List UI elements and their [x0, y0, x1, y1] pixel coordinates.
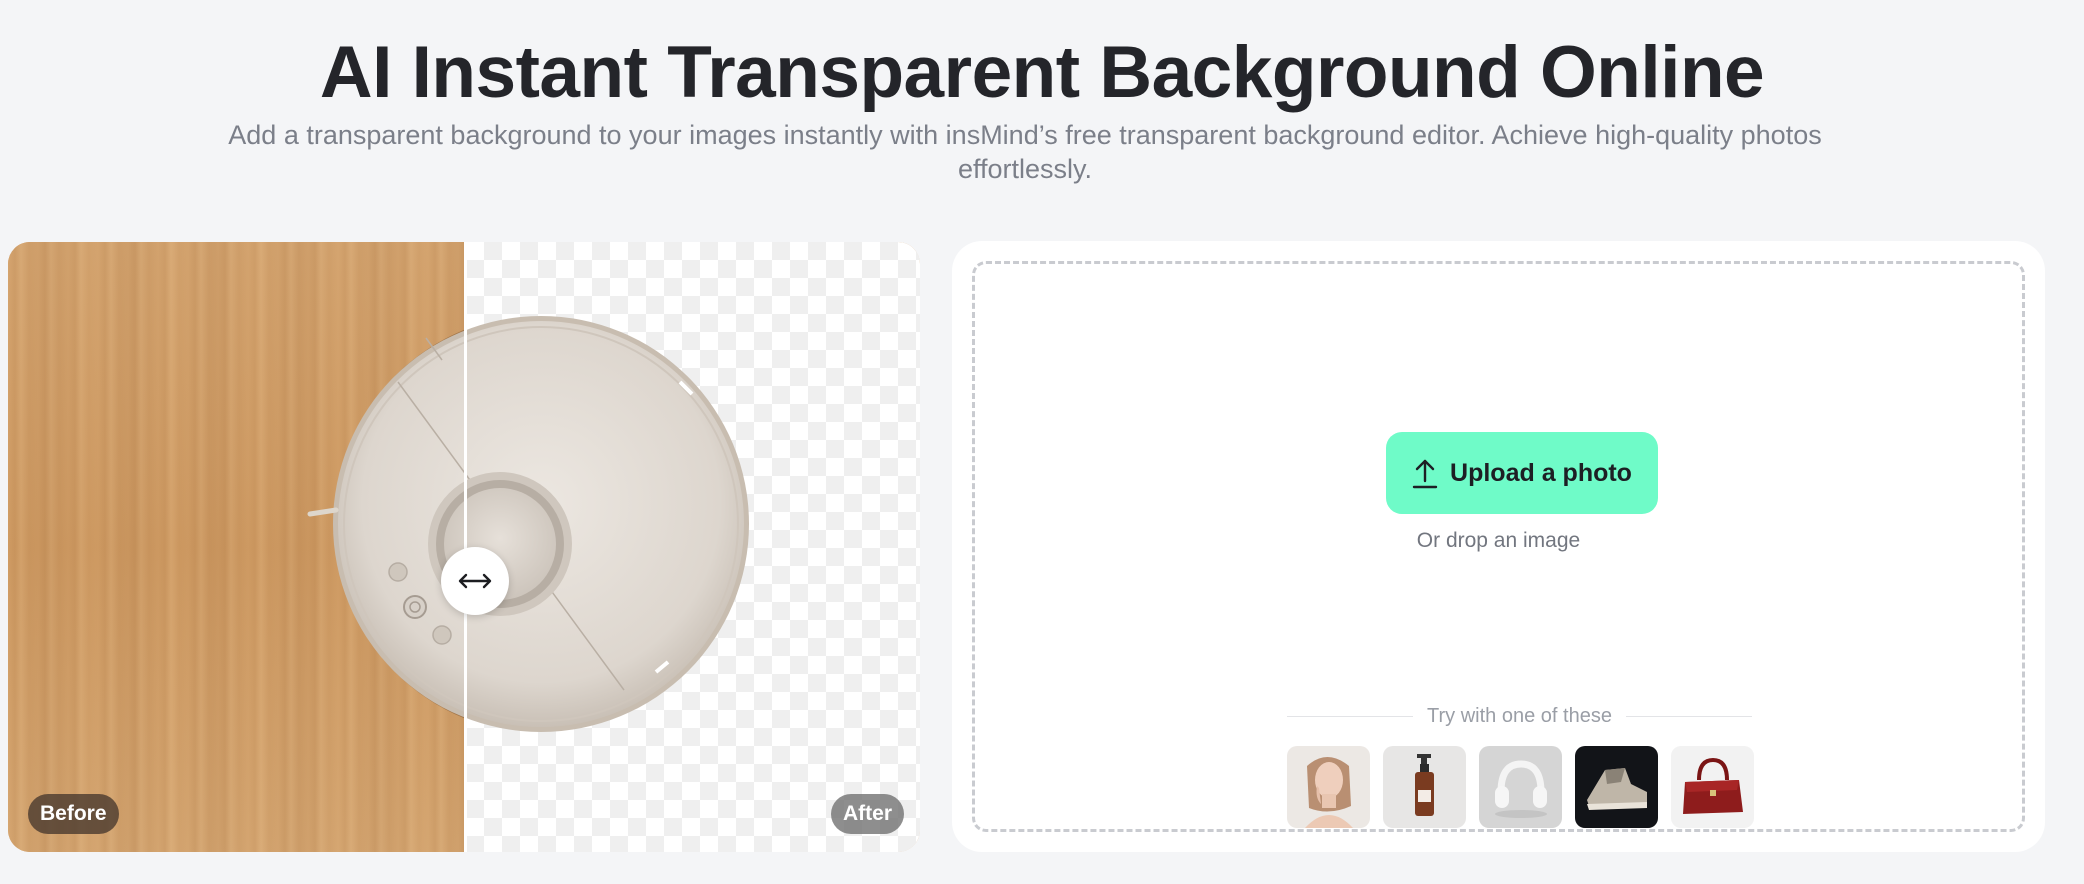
divider-right	[1625, 716, 1752, 717]
sample-pump-bottle[interactable]	[1383, 746, 1466, 828]
upload-arrow-icon	[1412, 459, 1438, 489]
sample-red-handbag[interactable]	[1671, 746, 1754, 828]
before-badge: Before	[28, 794, 119, 834]
sample-sneaker[interactable]	[1575, 746, 1658, 828]
drop-hint-text: Or drop an image	[1416, 529, 1581, 552]
compare-slider-handle[interactable]	[441, 547, 509, 615]
after-badge: After	[830, 794, 904, 834]
sample-woman-portrait[interactable]	[1287, 746, 1370, 828]
divider-left	[1287, 716, 1414, 717]
sample-images	[1287, 746, 1754, 828]
image-drop-zone[interactable]: Upload a photo Or drop an image Try with…	[972, 261, 2025, 832]
upload-button-label: Upload a photo	[1450, 458, 1632, 487]
sample-headphones[interactable]	[1479, 746, 1562, 828]
try-samples-header: Try with one of these	[1287, 705, 1752, 728]
page-subtitle: Add a transparent background to your ima…	[228, 120, 1822, 184]
upload-photo-button[interactable]: Upload a photo	[1386, 432, 1658, 514]
before-after-compare[interactable]: Before After	[8, 242, 920, 852]
upload-card: Upload a photo Or drop an image Try with…	[952, 241, 2045, 852]
page-title: AI Instant Transparent Background Online	[319, 32, 1765, 113]
double-arrow-horizontal-icon	[458, 573, 492, 589]
try-samples-label: Try with one of these	[1427, 705, 1612, 727]
